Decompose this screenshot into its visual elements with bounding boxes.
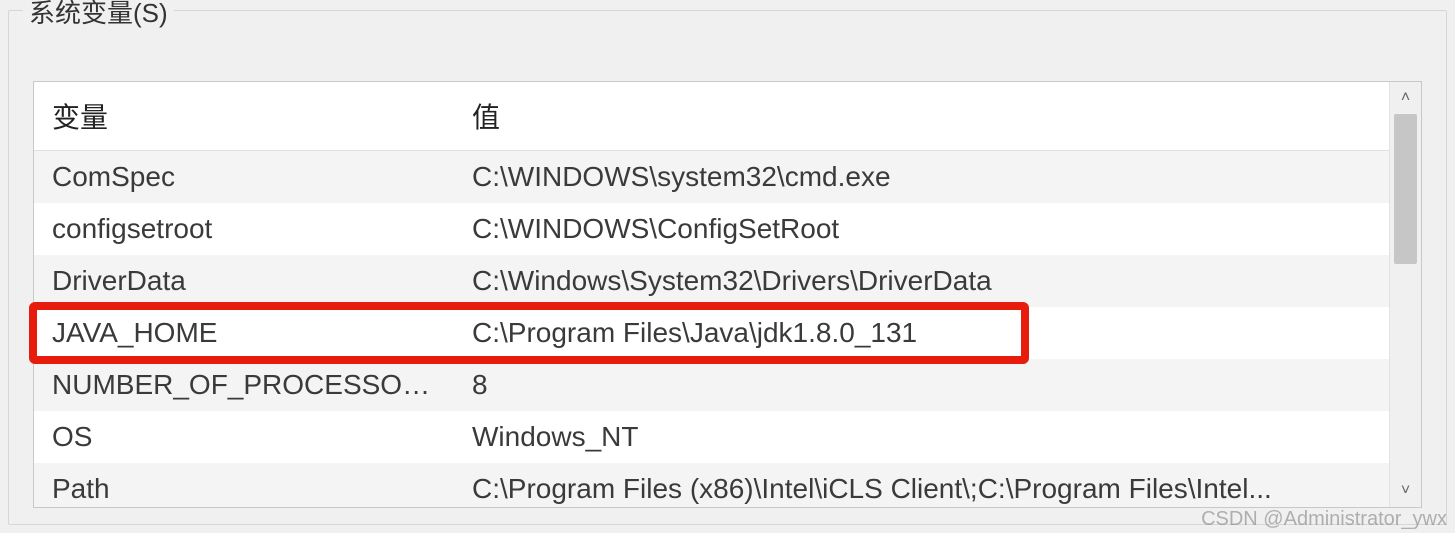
table-body: ComSpecC:\WINDOWS\system32\cmd.execonfig… <box>34 151 1389 507</box>
scroll-track[interactable] <box>1390 114 1421 475</box>
column-header-value[interactable]: 值 <box>454 82 1389 150</box>
table-row[interactable]: PathC:\Program Files (x86)\Intel\iCLS Cl… <box>34 463 1389 507</box>
table-row[interactable]: JAVA_HOMEC:\Program Files\Java\jdk1.8.0_… <box>34 307 1389 359</box>
scroll-down-button[interactable]: ˅ <box>1390 475 1422 507</box>
chevron-down-icon: ˅ <box>1401 482 1410 500</box>
cell-value: C:\Windows\System32\Drivers\DriverData <box>454 255 1389 307</box>
system-variables-group: 系统变量(S) 变量 值 ComSpecC:\WINDOWS\system32\… <box>8 10 1447 525</box>
cell-value: 8 <box>454 359 1389 411</box>
table-row[interactable]: NUMBER_OF_PROCESSORS8 <box>34 359 1389 411</box>
cell-value: C:\WINDOWS\ConfigSetRoot <box>454 203 1389 255</box>
table-row[interactable]: DriverDataC:\Windows\System32\Drivers\Dr… <box>34 255 1389 307</box>
env-var-table: 变量 值 ComSpecC:\WINDOWS\system32\cmd.exec… <box>33 81 1422 508</box>
vertical-scrollbar[interactable]: ˄ ˅ <box>1389 82 1421 507</box>
cell-variable: configsetroot <box>34 203 454 255</box>
table-inner: 变量 值 ComSpecC:\WINDOWS\system32\cmd.exec… <box>34 82 1389 507</box>
cell-variable: DriverData <box>34 255 454 307</box>
cell-value: C:\Program Files (x86)\Intel\iCLS Client… <box>454 463 1389 507</box>
table-row[interactable]: ComSpecC:\WINDOWS\system32\cmd.exe <box>34 151 1389 203</box>
chevron-up-icon: ˄ <box>1401 89 1410 107</box>
cell-value: C:\Program Files\Java\jdk1.8.0_131 <box>454 307 1389 359</box>
cell-variable: ComSpec <box>34 151 454 203</box>
column-header-variable[interactable]: 变量 <box>34 82 454 150</box>
cell-variable: NUMBER_OF_PROCESSORS <box>34 359 454 411</box>
table-row[interactable]: OSWindows_NT <box>34 411 1389 463</box>
table-row[interactable]: configsetrootC:\WINDOWS\ConfigSetRoot <box>34 203 1389 255</box>
table-header-row[interactable]: 变量 值 <box>34 82 1389 151</box>
groupbox-title: 系统变量(S) <box>23 0 174 30</box>
cell-variable: OS <box>34 411 454 463</box>
cell-value: C:\WINDOWS\system32\cmd.exe <box>454 151 1389 203</box>
cell-variable: Path <box>34 463 454 507</box>
scroll-thumb[interactable] <box>1394 114 1417 264</box>
scroll-up-button[interactable]: ˄ <box>1390 82 1422 114</box>
cell-variable: JAVA_HOME <box>34 307 454 359</box>
cell-value: Windows_NT <box>454 411 1389 463</box>
